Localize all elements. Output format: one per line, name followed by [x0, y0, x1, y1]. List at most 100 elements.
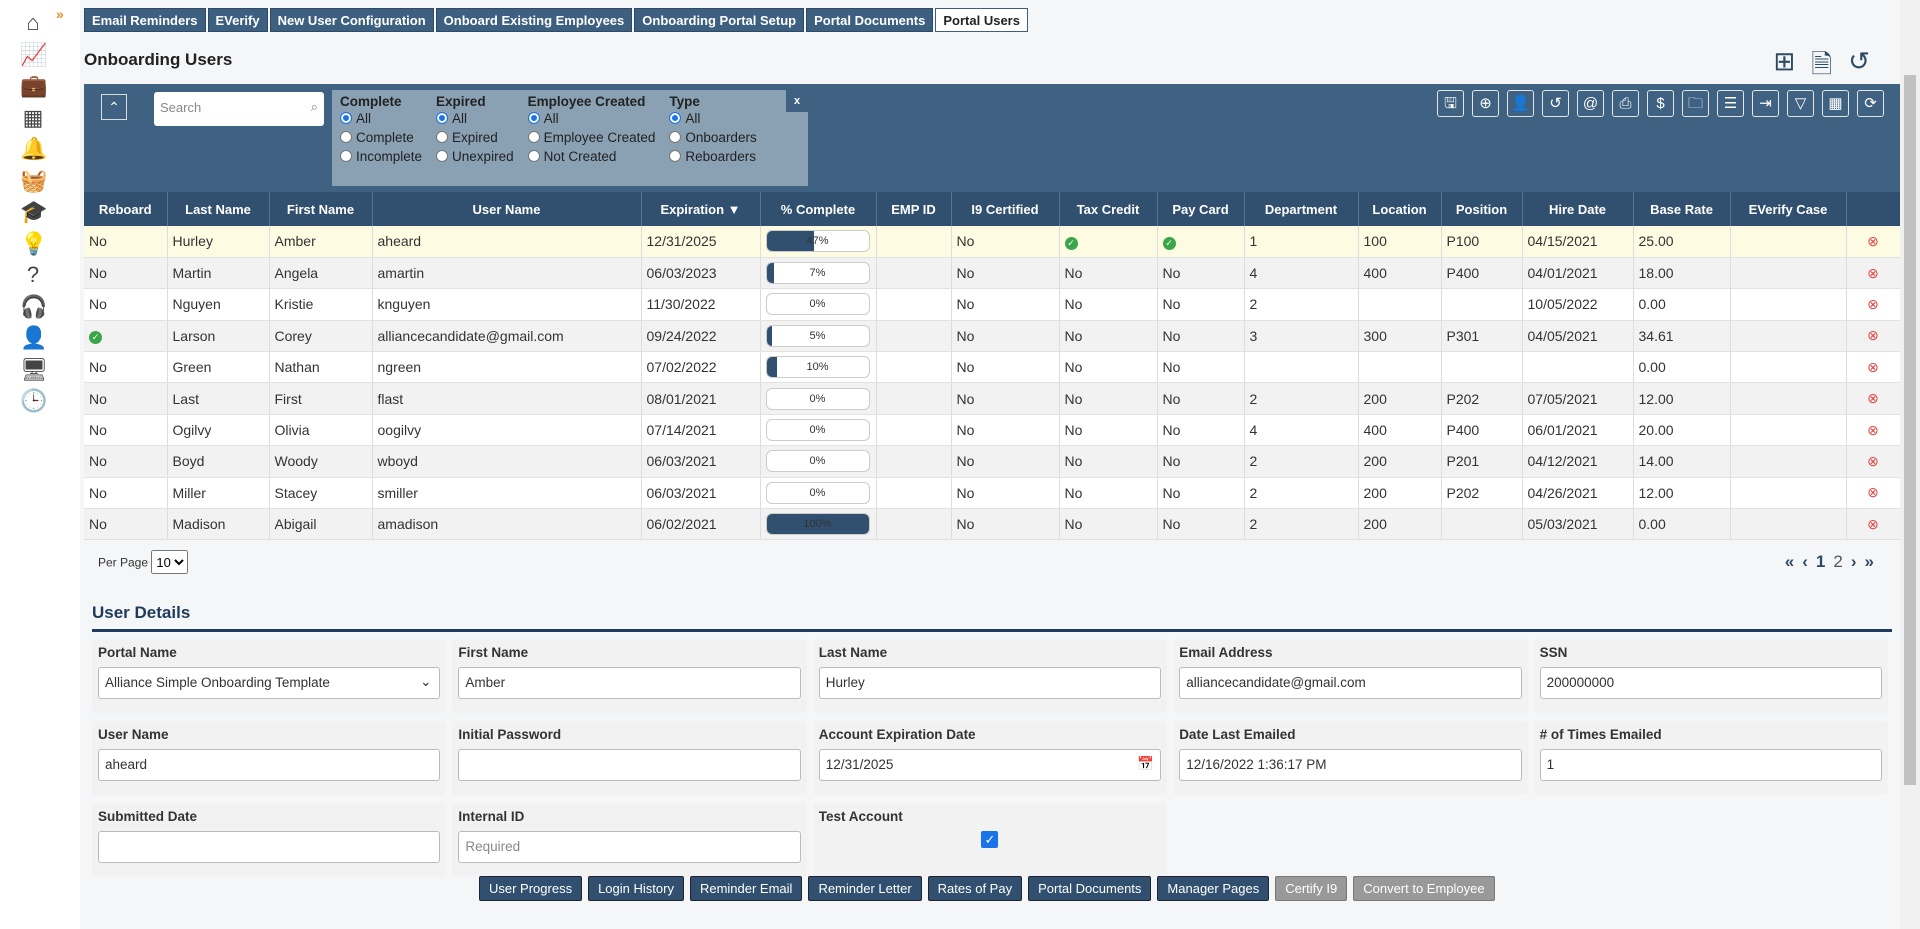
tab-portal-users[interactable]: Portal Users [935, 8, 1028, 32]
filter-button[interactable]: ▽ [1787, 90, 1814, 117]
expand-sidebar-icon[interactable]: » [56, 6, 64, 22]
table-row[interactable]: No Ogilvy Olivia oogilvy 07/14/2021 0% No No No 4… [84, 414, 1901, 447]
filter-option[interactable]: All [669, 111, 756, 130]
next-page-button[interactable]: › [1851, 552, 1857, 572]
last-name-input[interactable]: Hurley [818, 667, 1162, 699]
filter-option[interactable]: Onboarders [669, 130, 757, 149]
help-icon[interactable]: ? [20, 262, 46, 288]
internal-id-input[interactable]: Required [458, 831, 801, 863]
user-card-button[interactable]: 👤 [1507, 90, 1534, 117]
delete-icon[interactable]: ⊗ [1867, 327, 1879, 343]
person-icon[interactable]: 👤 [20, 325, 47, 351]
briefcase-icon[interactable]: 💼 [20, 73, 47, 99]
last-page-button[interactable]: » [1865, 552, 1874, 572]
clock-icon[interactable]: 🕒 [20, 388, 47, 414]
column-header[interactable]: First Name [269, 192, 373, 226]
grid-button[interactable]: ▦ [1822, 90, 1849, 117]
table-row[interactable]: No Miller Stacey smiller 06/03/2021 0% No No No 2… [84, 477, 1901, 510]
filter-option[interactable]: Reboarders [669, 149, 756, 168]
table-row[interactable]: No Boyd Woody wboyd 06/03/2021 0% No No No 2 200 P2… [84, 445, 1901, 478]
scrollbar-thumb[interactable] [1904, 75, 1916, 785]
radio-button[interactable] [340, 150, 352, 162]
filter-option[interactable]: Unexpired [436, 149, 514, 168]
certify-i9-button[interactable]: Certify I9 [1275, 876, 1348, 901]
basket-icon[interactable]: 🧺 [20, 168, 47, 194]
table-row[interactable]: ✓ Larson Corey alliancecandidate@gmail.com 0… [84, 320, 1901, 353]
delete-icon[interactable]: ⊗ [1867, 233, 1879, 249]
tab-onboarding-portal-setup[interactable]: Onboarding Portal Setup [634, 8, 805, 32]
filter-option[interactable]: Complete [340, 130, 422, 149]
table-row[interactable]: No Nguyen Kristie knguyen 11/30/2022 0% No No No… [84, 288, 1901, 321]
column-header[interactable]: User Name [372, 192, 642, 226]
radio-button[interactable] [669, 112, 682, 124]
column-header[interactable]: Pay Card [1157, 192, 1245, 226]
table-row[interactable]: No Hurley Amber aheard 12/31/2025 47% No ✓ ✓ 1 100… [84, 226, 1901, 258]
export-button[interactable]: ⇥ [1752, 90, 1779, 117]
radio-button[interactable] [436, 150, 449, 162]
initial-password-input[interactable] [458, 749, 801, 781]
save-button[interactable]: 🖫 [1437, 90, 1464, 117]
pdf-button[interactable]: ⎙ [1612, 90, 1639, 117]
radio-button[interactable] [340, 131, 352, 143]
column-header[interactable]: Expiration ▼ [641, 192, 761, 226]
column-header[interactable]: Tax Credit [1059, 192, 1158, 226]
delete-icon[interactable]: ⊗ [1867, 265, 1879, 281]
radio-button[interactable] [669, 131, 682, 143]
first-name-input[interactable]: Amber [458, 667, 801, 699]
invoice-button[interactable]: $ [1647, 90, 1674, 117]
submitted-date-input[interactable] [98, 831, 441, 863]
filter-option[interactable]: Expired [436, 130, 514, 149]
portal-documents-button[interactable]: Portal Documents [1028, 876, 1152, 901]
chart-icon[interactable]: 📈 [20, 42, 47, 68]
prev-page-button[interactable]: ‹ [1802, 552, 1808, 572]
column-header[interactable]: % Complete [760, 192, 877, 226]
portal-name-input[interactable]: Alliance Simple Onboarding Template ⌄ [98, 667, 441, 699]
tab-email-reminders[interactable]: Email Reminders [84, 8, 206, 32]
search-input[interactable]: Search ⌕ [154, 92, 324, 126]
of-times-emailed-input[interactable]: 1 [1539, 749, 1882, 781]
table-row[interactable]: No Martin Angela amartin 06/03/2023 7% No No No 4… [84, 257, 1901, 290]
filter-option[interactable]: Employee Created [527, 130, 655, 149]
reminder-email-button[interactable]: Reminder Email [689, 876, 803, 901]
filter-option[interactable]: All [340, 111, 422, 130]
history-button[interactable]: ↺ [1542, 90, 1569, 117]
convert-to-employee-button[interactable]: Convert to Employee [1353, 876, 1495, 901]
manager-pages-button[interactable]: Manager Pages [1157, 876, 1270, 901]
home-icon[interactable]: ⌂ [20, 10, 46, 36]
column-header[interactable]: Reboard [84, 192, 168, 226]
radio-button[interactable] [527, 112, 540, 124]
page-2-link[interactable]: 2 [1833, 552, 1842, 572]
tab-portal-documents[interactable]: Portal Documents [806, 8, 934, 32]
reminder-letter-button[interactable]: Reminder Letter [808, 876, 922, 901]
delete-icon[interactable]: ⊗ [1867, 390, 1879, 406]
tab-new-user-configuration[interactable]: New User Configuration [269, 8, 434, 32]
add-button[interactable]: ⊕ [1472, 90, 1499, 117]
radio-button[interactable] [436, 131, 449, 143]
lightbulb-icon[interactable]: 💡 [20, 231, 47, 257]
email-at-button[interactable]: @ [1577, 90, 1604, 117]
radio-button[interactable] [669, 150, 682, 162]
email-address-input[interactable]: alliancecandidate@gmail.com [1179, 667, 1522, 699]
calendar-icon[interactable]: 📅 [1137, 756, 1154, 772]
account-expiration-date-input[interactable]: 12/31/2025 📅 [818, 749, 1162, 781]
folders-button[interactable]: 🗀 [1682, 90, 1709, 117]
column-header[interactable]: Location [1358, 192, 1442, 226]
headset-icon[interactable]: 🎧 [20, 294, 47, 320]
delete-icon[interactable]: ⊗ [1867, 359, 1879, 375]
user-name-input[interactable]: aheard [98, 749, 441, 781]
filter-option[interactable]: All [527, 111, 656, 130]
column-header[interactable]: Position [1441, 192, 1523, 226]
tab-onboard-existing-employees[interactable]: Onboard Existing Employees [435, 8, 633, 32]
delete-icon[interactable]: ⊗ [1867, 453, 1879, 469]
radio-button[interactable] [527, 131, 540, 143]
radio-button[interactable] [340, 112, 352, 124]
table-row[interactable]: No Green Nathan ngreen 07/02/2022 10% No No No 0.… [84, 351, 1901, 384]
graduation-cap-icon[interactable]: 🎓 [20, 199, 47, 225]
column-header[interactable]: Base Rate [1633, 192, 1731, 226]
delete-icon[interactable]: ⊗ [1867, 296, 1879, 312]
column-header[interactable]: Hire Date [1522, 192, 1634, 226]
table-row[interactable]: No Last First flast 08/01/2021 0% No No No 2 200 P2… [84, 382, 1901, 415]
filter-option[interactable]: Not Created [527, 149, 656, 168]
per-page-select[interactable]: 10 [151, 550, 189, 574]
tab-everify[interactable]: EVerify [207, 8, 268, 32]
